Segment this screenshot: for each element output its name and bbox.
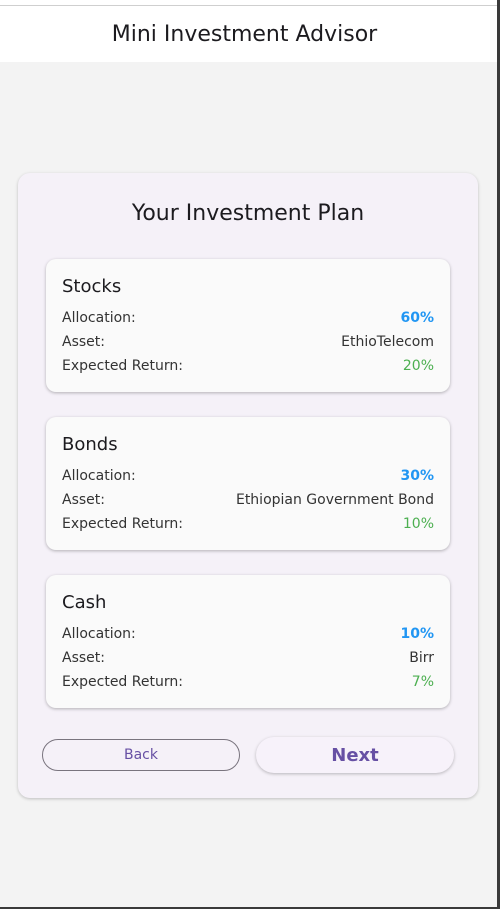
asset-label: Asset: (62, 334, 105, 350)
app-bar: Mini Investment Advisor (0, 6, 497, 62)
allocation-row: Allocation: 30% (62, 466, 434, 486)
expected-return-row: Expected Return: 7% (62, 672, 434, 692)
asset-value: Birr (409, 650, 434, 666)
allocation-row: Allocation: 60% (62, 308, 434, 328)
asset-row: Asset: Ethiopian Government Bond (62, 490, 434, 510)
allocation-row: Allocation: 10% (62, 624, 434, 644)
asset-value: Ethiopian Government Bond (235, 492, 434, 508)
asset-category-name: Stocks (62, 276, 122, 297)
asset-label: Asset: (62, 492, 105, 508)
asset-row: Asset: EthioTelecom (62, 332, 434, 352)
allocation-value: 10% (400, 626, 434, 642)
app-title: Mini Investment Advisor (111, 21, 378, 47)
asset-category-name: Cash (62, 592, 107, 613)
allocation-value: 60% (400, 310, 434, 326)
asset-row: Asset: Birr (62, 648, 434, 668)
expected-return-label: Expected Return: (62, 674, 183, 690)
asset-card-stocks: Stocks Allocation: 60% Asset: EthioTelec… (46, 259, 450, 392)
asset-card-bonds: Bonds Allocation: 30% Asset: Ethiopian G… (46, 417, 450, 550)
expected-return-label: Expected Return: (62, 358, 183, 374)
expected-return-value: 10% (402, 516, 434, 532)
asset-label: Asset: (62, 650, 105, 666)
expected-return-value: 7% (411, 674, 434, 690)
next-button[interactable]: Next (256, 737, 454, 773)
investment-plan-card: Your Investment Plan Stocks Allocation: … (18, 173, 478, 798)
expected-return-label: Expected Return: (62, 516, 183, 532)
plan-title: Your Investment Plan (131, 201, 365, 226)
expected-return-row: Expected Return: 20% (62, 356, 434, 376)
expected-return-row: Expected Return: 10% (62, 514, 434, 534)
allocation-label: Allocation: (62, 310, 136, 326)
allocation-value: 30% (400, 468, 434, 484)
allocation-label: Allocation: (62, 468, 136, 484)
asset-value: EthioTelecom (341, 334, 434, 350)
expected-return-value: 20% (402, 358, 434, 374)
allocation-label: Allocation: (62, 626, 136, 642)
asset-card-cash: Cash Allocation: 10% Asset: Birr Expecte… (46, 575, 450, 708)
back-button[interactable]: Back (42, 739, 240, 771)
asset-category-name: Bonds (62, 434, 118, 455)
